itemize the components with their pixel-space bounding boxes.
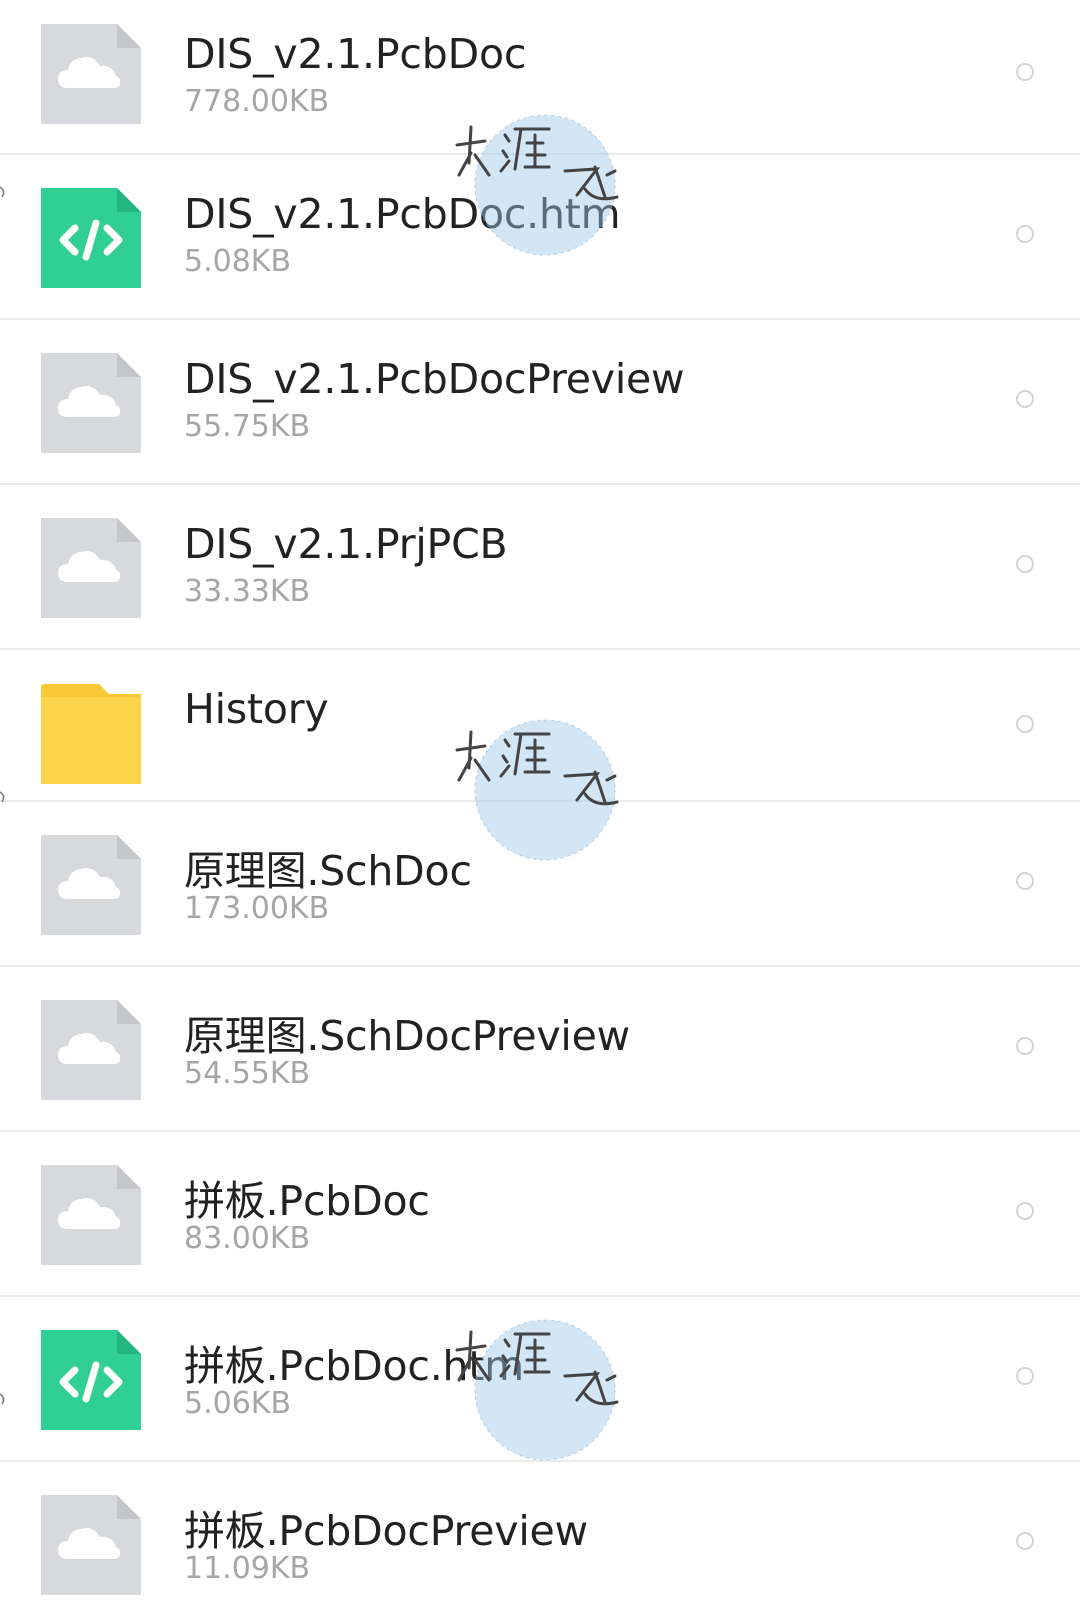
select-radio[interactable]: [1016, 390, 1034, 408]
file-row[interactable]: DIS_v2.1.PcbDocPreview 55.75KB: [0, 320, 1080, 485]
file-size: 778.00KB: [184, 84, 330, 119]
select-radio[interactable]: [1016, 225, 1034, 243]
cloud-file-icon: [41, 1000, 141, 1100]
html-file-icon: [41, 188, 141, 288]
file-row[interactable]: DIS_v2.1.PrjPCB 33.33KB: [0, 485, 1080, 650]
file-row[interactable]: 原理图.SchDoc 173.00KB: [0, 802, 1080, 967]
file-row[interactable]: 原理图.SchDocPreview 54.55KB: [0, 967, 1080, 1132]
cloud-file-icon: [41, 24, 141, 124]
file-size: 55.75KB: [184, 409, 311, 444]
file-row[interactable]: 拼板.PcbDoc.htm 5.06KB: [0, 1297, 1080, 1462]
file-size: 11.09KB: [184, 1551, 311, 1586]
file-size: 83.00KB: [184, 1221, 311, 1256]
file-list: DIS_v2.1.PcbDoc 778.00KB DIS_v2.1.PcbDoc…: [0, 0, 1080, 1614]
file-size: 54.55KB: [184, 1056, 311, 1091]
select-radio[interactable]: [1016, 1202, 1034, 1220]
folder-icon: [41, 684, 141, 784]
file-size: 5.06KB: [184, 1386, 292, 1421]
file-name: DIS_v2.1.PcbDocPreview: [184, 355, 685, 403]
select-radio[interactable]: [1016, 555, 1034, 573]
file-name: DIS_v2.1.PcbDoc: [184, 30, 527, 78]
select-radio[interactable]: [1016, 1532, 1034, 1550]
file-name: DIS_v2.1.PcbDoc.htm: [184, 190, 621, 238]
html-file-icon: [41, 1330, 141, 1430]
file-name: 原理图.SchDocPreview: [184, 1012, 630, 1060]
select-radio[interactable]: [1016, 1367, 1034, 1385]
select-radio[interactable]: [1016, 63, 1034, 81]
select-radio[interactable]: [1016, 1037, 1034, 1055]
file-name: 原理图.SchDoc: [184, 847, 472, 895]
file-size: 173.00KB: [184, 891, 330, 926]
edge-mark: [0, 186, 5, 198]
folder-name: History: [184, 685, 329, 733]
file-row[interactable]: DIS_v2.1.PcbDoc.htm 5.08KB: [0, 155, 1080, 320]
file-name: 拼板.PcbDocPreview: [184, 1507, 588, 1555]
file-name: 拼板.PcbDoc.htm: [184, 1342, 524, 1390]
cloud-file-icon: [41, 835, 141, 935]
file-size: 33.33KB: [184, 574, 311, 609]
file-row[interactable]: 拼板.PcbDocPreview 11.09KB: [0, 1462, 1080, 1614]
file-row[interactable]: 拼板.PcbDoc 83.00KB: [0, 1132, 1080, 1297]
cloud-file-icon: [41, 1495, 141, 1595]
file-row[interactable]: DIS_v2.1.PcbDoc 778.00KB: [0, 0, 1080, 155]
cloud-file-icon: [41, 518, 141, 618]
cloud-file-icon: [41, 1165, 141, 1265]
cloud-file-icon: [41, 353, 141, 453]
file-name: 拼板.PcbDoc: [184, 1177, 430, 1225]
select-radio[interactable]: [1016, 715, 1034, 733]
folder-row[interactable]: History: [0, 650, 1080, 802]
select-radio[interactable]: [1016, 872, 1034, 890]
file-size: 5.08KB: [184, 244, 292, 279]
edge-mark: [0, 791, 5, 803]
edge-mark: [0, 1393, 5, 1405]
file-name: DIS_v2.1.PrjPCB: [184, 520, 508, 568]
